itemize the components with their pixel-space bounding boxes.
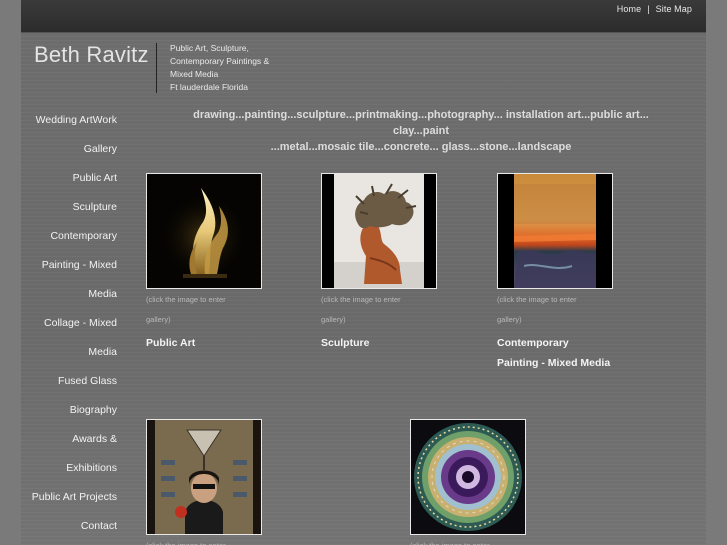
nav-wedding-artwork[interactable]: Wedding ArtWork <box>21 110 117 139</box>
gallery-tile-sculpture: (click the image to enter gallery) Sculp… <box>321 173 481 353</box>
title-line: Contemporary <box>497 337 569 349</box>
sidebar-nav: Wedding ArtWork Gallery Public Art Sculp… <box>21 110 117 545</box>
caption-line: (click the image to enter <box>321 295 401 304</box>
sculpture-title[interactable]: Sculpture <box>321 333 481 353</box>
gallery-tile-contemporary: (click the image to enter gallery) Conte… <box>497 173 657 373</box>
fused-glass-caption: (click the image to enter <box>410 536 530 545</box>
nav-collage-mixed[interactable]: Collage - Mixed <box>21 313 117 342</box>
caption-line: (click the image to enter <box>497 295 577 304</box>
nav-painting-media[interactable]: Media <box>21 284 117 313</box>
caption-line: (click the image to enter <box>146 536 266 545</box>
tagline-line: Contemporary Paintings & <box>170 56 270 66</box>
collage-caption: (click the image to enter <box>146 536 266 545</box>
tagline-line: Ft lauderdale Florida <box>170 82 248 92</box>
tagline-line: Mixed Media <box>170 69 219 79</box>
contemporary-title[interactable]: Contemporary Painting - Mixed Media <box>497 333 657 373</box>
sculpture-thumbnail[interactable] <box>321 173 437 289</box>
sculpture-caption: (click the image to enter gallery) <box>321 290 441 330</box>
caption-line: gallery) <box>497 315 522 324</box>
collage-thumbnail[interactable] <box>146 419 262 535</box>
title-line: Painting - Mixed Media <box>497 357 611 369</box>
nav-sculpture[interactable]: Sculpture <box>21 197 117 226</box>
caption-line: (click the image to enter <box>146 295 226 304</box>
nav-fused-glass[interactable]: Fused Glass <box>21 371 117 400</box>
caption-line: (click the image to enter <box>410 536 530 545</box>
site-map-link[interactable]: Site Map <box>656 4 692 14</box>
gallery-tile-public-art: (click the image to enter gallery) Publi… <box>146 173 306 353</box>
nav-biography[interactable]: Biography <box>21 400 117 429</box>
contemporary-caption: (click the image to enter gallery) <box>497 290 617 330</box>
keywords-line: ...metal...mosaic tile...concrete... gla… <box>270 141 572 153</box>
nav-collage-media[interactable]: Media <box>21 342 117 371</box>
fused-glass-thumbnail[interactable] <box>410 419 526 535</box>
top-bar: Home | Site Map <box>21 0 706 33</box>
keywords-line: drawing...painting...sculpture...printma… <box>193 109 649 137</box>
caption-line: gallery) <box>321 315 346 324</box>
title-line: Public Art <box>146 337 196 349</box>
site-title[interactable]: Beth Ravitz <box>34 42 149 68</box>
nav-public-art-projects[interactable]: Public Art Projects <box>21 487 117 516</box>
tagline-line: Public Art, Sculpture, <box>170 43 249 53</box>
public-art-thumbnail[interactable] <box>146 173 262 289</box>
bust-sculpture-image <box>322 174 436 288</box>
nav-public-art[interactable]: Public Art <box>21 168 117 197</box>
page: Home | Site Map Beth Ravitz Public Art, Sc… <box>21 0 706 545</box>
keywords-banner: drawing...painting...sculpture...printma… <box>166 107 676 155</box>
nav-gallery[interactable]: Gallery <box>21 139 117 168</box>
title-divider <box>156 43 157 93</box>
title-line: Sculpture <box>321 337 370 349</box>
site-tagline: Public Art, Sculpture, Contemporary Pain… <box>170 42 310 94</box>
link-separator: | <box>647 4 650 14</box>
nav-contact[interactable]: Contact <box>21 516 117 545</box>
gallery-tile-fused-glass: (click the image to enter <box>410 419 530 545</box>
flame-sculpture-image <box>147 174 261 288</box>
nav-contemporary[interactable]: Contemporary <box>21 226 117 255</box>
public-art-title[interactable]: Public Art <box>146 333 306 353</box>
public-art-caption: (click the image to enter gallery) <box>146 290 266 330</box>
caption-line: gallery) <box>146 315 171 324</box>
nav-awards[interactable]: Awards & <box>21 429 117 458</box>
contemporary-thumbnail[interactable] <box>497 173 613 289</box>
gallery-tile-collage: (click the image to enter <box>146 419 266 545</box>
collage-portrait-image <box>147 420 261 534</box>
nav-exhibitions[interactable]: Exhibitions <box>21 458 117 487</box>
top-links: Home | Site Map <box>617 4 692 14</box>
abstract-painting-image <box>498 174 612 288</box>
nav-painting-mixed[interactable]: Painting - Mixed <box>21 255 117 284</box>
home-link[interactable]: Home <box>617 4 641 14</box>
fused-glass-image <box>411 420 525 534</box>
